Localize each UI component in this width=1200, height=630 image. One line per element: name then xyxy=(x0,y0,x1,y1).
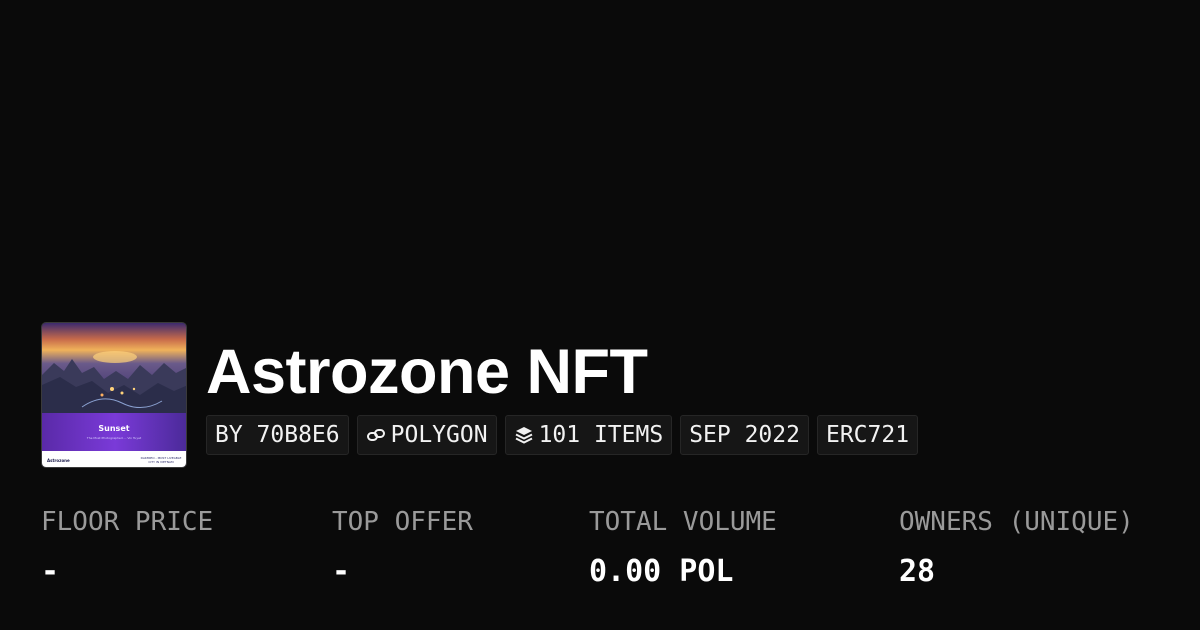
floor-price-label: FLOOR PRICE xyxy=(41,507,214,537)
total-volume-value: 0.00 POL xyxy=(589,554,734,589)
creator-label: BY 70B8E6 xyxy=(215,422,340,448)
floor-price-value: - xyxy=(41,554,60,589)
owners-value: 28 xyxy=(899,554,936,589)
creator-chip[interactable]: BY 70B8E6 xyxy=(206,415,349,455)
collection-title: Astrozone NFT xyxy=(206,337,648,407)
thumbnail-brand: Astrozone xyxy=(47,458,70,463)
thumbnail-subtitle: The Most Photographed ... Vin Tuyet xyxy=(86,436,142,440)
top-offer-label: TOP OFFER xyxy=(332,507,473,537)
chain-chip[interactable]: POLYGON xyxy=(356,415,497,455)
owners-label: OWNERS (UNIQUE) xyxy=(899,507,1134,537)
created-date-chip: SEP 2022 xyxy=(680,415,809,455)
chain-label: POLYGON xyxy=(390,422,488,448)
owners-stat: OWNERS (UNIQUE) 28 xyxy=(899,504,1134,590)
token-standard-label: ERC721 xyxy=(825,422,910,448)
top-offer-value: - xyxy=(332,554,351,589)
thumbnail-tagline: DAKMIEO - MOST LIVEABLE CITY IN VIETNAM xyxy=(140,456,182,464)
items-label: 101 ITEMS xyxy=(538,422,664,448)
collection-og-card: Sunset The Most Photographed ... Vin Tuy… xyxy=(0,0,1200,630)
collection-meta-chips: BY 70B8E6 POLYGON 101 ITEMS SEP 2022 ERC… xyxy=(206,415,919,455)
token-standard-chip: ERC721 xyxy=(816,415,919,455)
floor-price-stat: FLOOR PRICE - xyxy=(41,504,213,590)
total-volume-stat: TOTAL VOLUME 0.00 POL xyxy=(589,504,777,590)
thumbnail-title: Sunset xyxy=(98,424,130,433)
items-chip: 101 ITEMS xyxy=(504,415,673,455)
thumbnail-artwork xyxy=(42,323,186,453)
top-offer-stat: TOP OFFER - xyxy=(332,504,473,590)
layers-icon xyxy=(514,425,534,445)
total-volume-label: TOTAL VOLUME xyxy=(589,507,777,537)
link-icon xyxy=(366,425,386,445)
created-date-label: SEP 2022 xyxy=(689,422,800,448)
collection-thumbnail: Sunset The Most Photographed ... Vin Tuy… xyxy=(41,322,187,468)
thumbnail-footer: Astrozone DAKMIEO - MOST LIVEABLE CITY I… xyxy=(42,451,186,467)
